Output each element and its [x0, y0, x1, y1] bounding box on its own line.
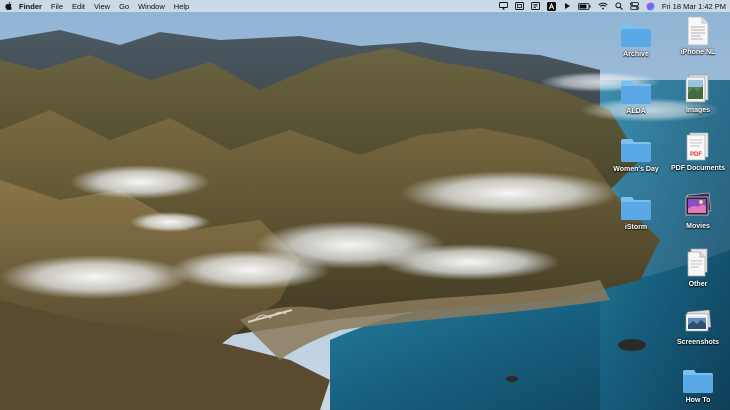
- folder-icon: [620, 20, 652, 48]
- screenshot-stack-icon: [683, 308, 713, 336]
- menu-view[interactable]: View: [94, 2, 110, 11]
- desktop-item-label: Archive: [623, 51, 649, 58]
- desktop-item-iphone-nl[interactable]: iPhone NL: [661, 16, 730, 56]
- window-icon[interactable]: [514, 2, 524, 10]
- play-icon[interactable]: [563, 2, 571, 10]
- desktop-item-images[interactable]: Images: [661, 74, 730, 114]
- desktop-item-screenshots[interactable]: Screenshots: [661, 308, 730, 346]
- folder-icon: [620, 135, 652, 163]
- menu-bar-clock[interactable]: Fri 18 Mar 1:42 PM: [662, 2, 726, 11]
- desktop-item-label: iStorm: [624, 224, 648, 231]
- document-stack-icon: [683, 248, 713, 278]
- desktop-item-how-to[interactable]: How To: [661, 366, 730, 404]
- menu-file[interactable]: File: [51, 2, 63, 11]
- desktop-item-label: Movies: [686, 223, 710, 230]
- menu-bar: Finder File Edit View Go Window Help Fri…: [0, 0, 730, 12]
- desktop-item-label: PDF Documents: [670, 165, 726, 172]
- menu-edit[interactable]: Edit: [72, 2, 85, 11]
- svg-text:PDF: PDF: [690, 152, 702, 158]
- desktop-item-other[interactable]: Other: [661, 248, 730, 288]
- screen-mirroring-icon[interactable]: [498, 2, 508, 10]
- document-icon: [687, 16, 709, 46]
- folder-icon: [620, 193, 652, 221]
- movie-stack-icon: [683, 192, 713, 220]
- spotlight-search-icon[interactable]: [615, 2, 623, 10]
- desktop-item-label: Women's Day: [613, 166, 659, 173]
- desktop-item-label: iPhone NL: [680, 49, 716, 56]
- menu-help[interactable]: Help: [174, 2, 189, 11]
- desktop-item-pdf-documents[interactable]: PDF PDF Documents: [661, 132, 730, 172]
- control-center-icon[interactable]: [629, 2, 639, 10]
- desktop-item-label: Screenshots: [676, 339, 720, 346]
- battery-icon[interactable]: [577, 2, 591, 10]
- folder-icon: [682, 366, 714, 394]
- app-store-icon[interactable]: [530, 2, 540, 10]
- menu-window[interactable]: Window: [138, 2, 165, 11]
- status-menu-area: Fri 18 Mar 1:42 PM: [498, 0, 726, 12]
- desktop-item-label: Images: [685, 107, 711, 114]
- apple-logo-icon[interactable]: [5, 2, 13, 11]
- menu-app-finder[interactable]: Finder: [19, 2, 42, 11]
- wifi-icon[interactable]: [598, 2, 608, 10]
- siri-icon[interactable]: [646, 2, 655, 11]
- menu-go[interactable]: Go: [119, 2, 129, 11]
- font-a-icon[interactable]: [546, 1, 556, 11]
- desktop-item-movies[interactable]: Movies: [661, 192, 730, 230]
- desktop-item-label: ALDA: [626, 108, 646, 115]
- desktop-item-label: Other: [688, 281, 708, 288]
- pdf-stack-icon: PDF: [683, 132, 713, 162]
- desktop-item-label: How To: [685, 397, 711, 404]
- folder-icon: [620, 77, 652, 105]
- image-stack-icon: [683, 74, 713, 104]
